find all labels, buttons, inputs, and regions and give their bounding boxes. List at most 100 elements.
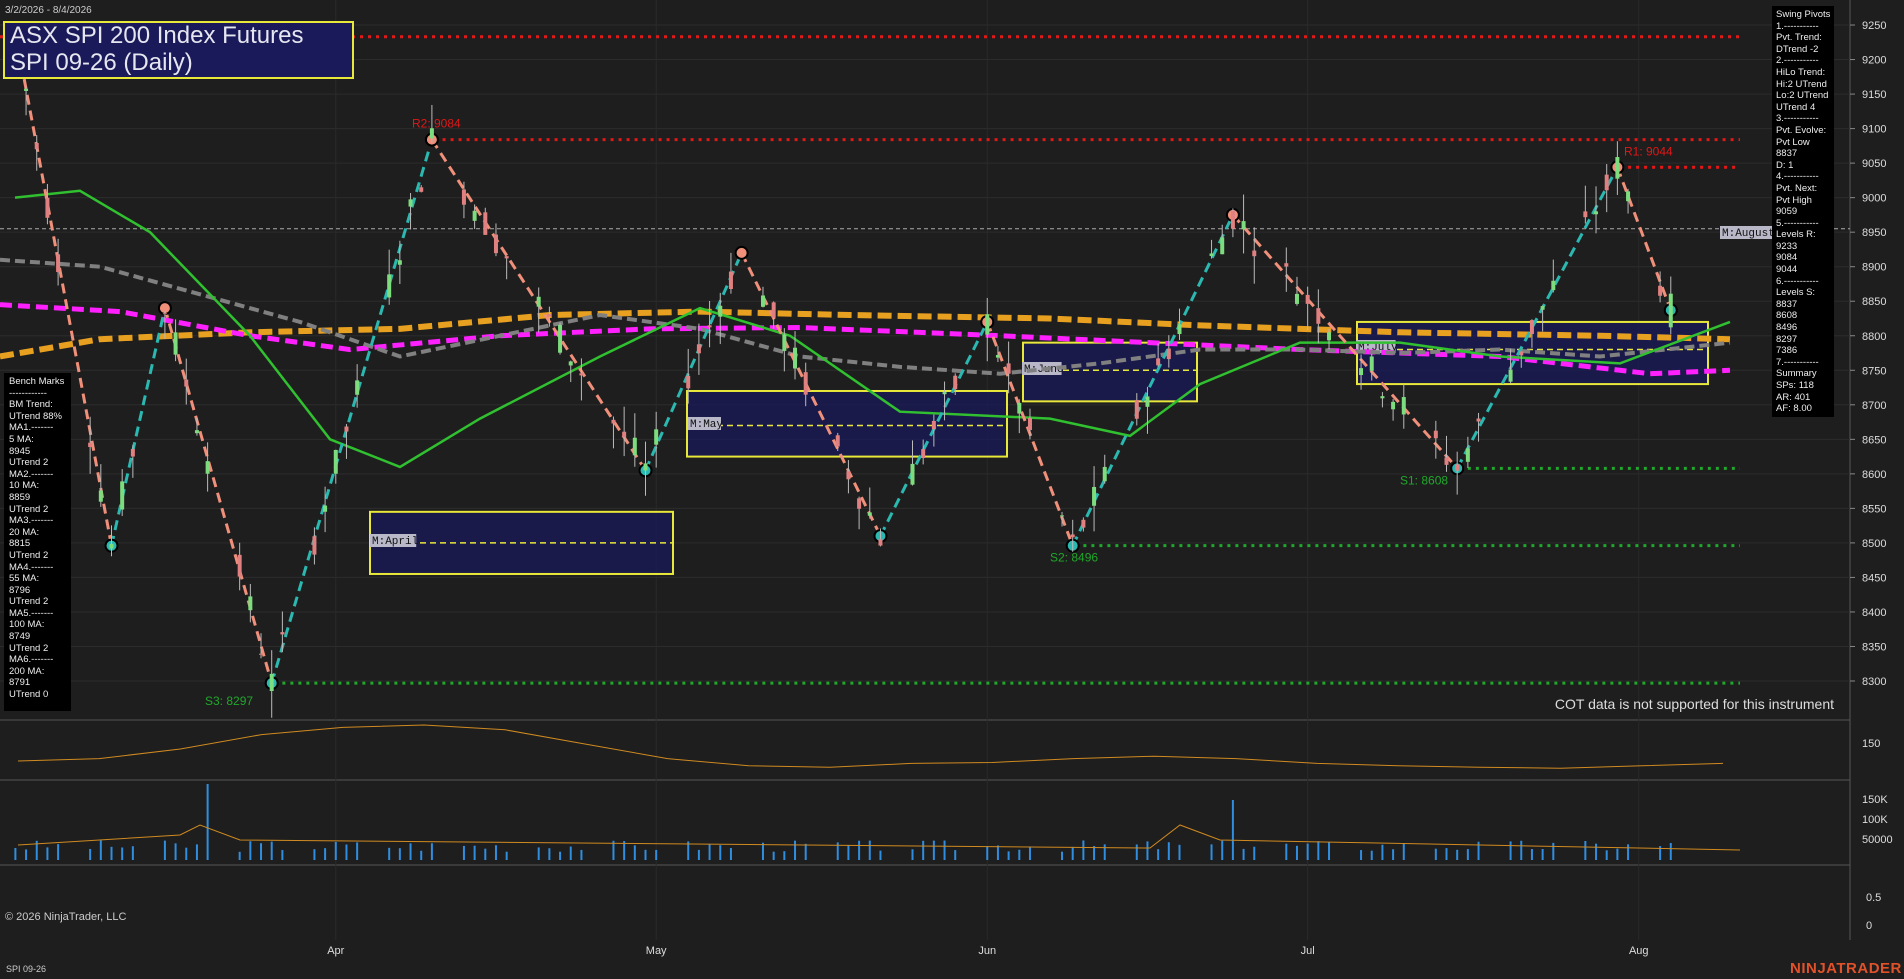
candle-body bbox=[461, 189, 466, 205]
candle-body bbox=[472, 210, 477, 221]
candle-body bbox=[1316, 308, 1321, 324]
bench-marks-line: UTrend 2 bbox=[9, 549, 49, 561]
candle-body bbox=[707, 325, 712, 328]
candle-body bbox=[1177, 324, 1182, 335]
candle-body bbox=[931, 420, 936, 430]
swing-pivots-line: AF: 8.00 bbox=[1776, 403, 1812, 415]
bench-marks-line: UTrend 2 bbox=[9, 642, 49, 654]
candle-body bbox=[88, 442, 93, 448]
bench-marks-line: MA4.------- bbox=[9, 561, 54, 573]
candle-body bbox=[24, 88, 29, 91]
candle-body bbox=[547, 314, 552, 317]
swing-pivots-line: Summary bbox=[1776, 368, 1817, 380]
swing-pivots-line: Swing Pivots bbox=[1776, 9, 1831, 20]
bench-marks-panel: Bench Marks ------------ BM Trend: UTrend 8… bbox=[4, 373, 71, 711]
y-tick-label: 8300 bbox=[1862, 676, 1886, 688]
candle-body bbox=[1305, 294, 1310, 304]
swing-pivots-line: Pvt. Next: bbox=[1776, 182, 1818, 194]
candle-body bbox=[333, 449, 338, 474]
candle-body bbox=[558, 324, 563, 353]
candle-body bbox=[269, 673, 274, 692]
candle-body bbox=[1615, 157, 1620, 179]
bench-marks-line: 8815 bbox=[9, 538, 31, 550]
candle-body bbox=[1166, 348, 1171, 360]
candle-body bbox=[1380, 396, 1385, 399]
y-tick-label: 8450 bbox=[1862, 572, 1886, 584]
x-tick-label: May bbox=[646, 945, 667, 957]
candle-body bbox=[1401, 397, 1406, 415]
monthly-box bbox=[686, 389, 1008, 458]
support-label: S1: 8608 bbox=[1400, 473, 1448, 487]
swing-pivots-line: Levels R: bbox=[1776, 229, 1816, 241]
candle-body bbox=[1369, 356, 1374, 371]
candle-body bbox=[1327, 332, 1332, 341]
candle-body bbox=[728, 271, 733, 289]
y-tick-label: 9000 bbox=[1862, 193, 1886, 205]
swing-pivots-line: 8608 bbox=[1776, 310, 1798, 322]
support-label: S3: 8297 bbox=[205, 694, 253, 708]
candle-body bbox=[696, 344, 701, 354]
swing-point bbox=[734, 245, 749, 260]
swing-line bbox=[163, 307, 274, 684]
bench-marks-line: 100 MA: bbox=[9, 619, 45, 631]
swing-pivots-line: Lo:2 UTrend bbox=[1776, 90, 1829, 102]
bench-marks-line: UTrend 88% bbox=[9, 410, 62, 422]
bench-marks-line: ------------ bbox=[9, 387, 47, 399]
candle-body bbox=[194, 430, 199, 434]
swing-pivots-line: D: 1 bbox=[1776, 159, 1794, 171]
candle-body bbox=[1540, 306, 1545, 310]
candle-body bbox=[1081, 519, 1086, 528]
volume-tick-label: 100K bbox=[1862, 814, 1888, 826]
y-tick-label: 8850 bbox=[1862, 296, 1886, 308]
y-tick-label: 8700 bbox=[1862, 400, 1886, 412]
candle-body bbox=[323, 505, 328, 512]
candle-body bbox=[632, 437, 637, 456]
cot-note: COT data is not supported for this instr… bbox=[1554, 696, 1834, 712]
candle-body bbox=[504, 256, 509, 259]
candle-body bbox=[237, 554, 242, 577]
swing-pivots-line: 7.----------- bbox=[1776, 356, 1819, 368]
swing-pivots-line: Levels S: bbox=[1776, 287, 1816, 299]
candle-body bbox=[344, 426, 349, 432]
candle-body bbox=[953, 375, 958, 390]
instrument-tab[interactable]: SPI 09-26 bbox=[6, 964, 46, 974]
date-range: 3/2/2026 - 8/4/2026 bbox=[5, 5, 92, 16]
y-tick-label: 9100 bbox=[1862, 124, 1886, 136]
candle-body bbox=[760, 295, 765, 307]
bench-marks-line: UTrend 2 bbox=[9, 503, 49, 515]
y-tick-label: 8400 bbox=[1862, 607, 1886, 619]
bench-marks-line: 8749 bbox=[9, 631, 31, 643]
candle-body bbox=[622, 431, 627, 438]
bench-marks-line: 5 MA: bbox=[9, 433, 34, 445]
swing-pivots-line: UTrend 4 bbox=[1776, 101, 1816, 113]
candle-body bbox=[184, 379, 189, 387]
bench-marks-line: Bench Marks bbox=[9, 376, 65, 387]
candle-body bbox=[1134, 399, 1139, 419]
y-tick-label: 8950 bbox=[1862, 227, 1886, 239]
candle-body bbox=[280, 632, 285, 635]
candle-body bbox=[1027, 417, 1032, 431]
candle-body bbox=[387, 274, 392, 298]
candle-body bbox=[1092, 486, 1097, 506]
bench-marks-line: 8791 bbox=[9, 677, 31, 689]
candle-body bbox=[397, 260, 402, 265]
swing-pivots-line: 8297 bbox=[1776, 333, 1798, 345]
y-tick-label: 9150 bbox=[1862, 89, 1886, 101]
y-tick-label: 8350 bbox=[1862, 641, 1886, 653]
candle-body bbox=[579, 373, 584, 376]
candle-body bbox=[1294, 293, 1299, 304]
candle-body bbox=[1359, 368, 1364, 376]
candle-body bbox=[1444, 457, 1449, 465]
x-tick-label: Jun bbox=[978, 945, 996, 957]
x-tick-label: Aug bbox=[1629, 945, 1649, 957]
candle-body bbox=[846, 471, 851, 480]
swing-line bbox=[1615, 166, 1673, 311]
y-tick-label: 8750 bbox=[1862, 365, 1886, 377]
chart-canvas: 8300 8350 8400 8450 8500 8550 8600 8650 8700 8750… bbox=[0, 0, 1893, 957]
y-tick-label: 8900 bbox=[1862, 262, 1886, 274]
swing-pivots-line: SPs: 118 bbox=[1776, 380, 1814, 391]
indicator-tick-label: 0.5 bbox=[1866, 892, 1881, 904]
swing-pivots-line: AR: 401 bbox=[1776, 391, 1811, 403]
candle-body bbox=[173, 332, 178, 355]
swing-pivots-line: DTrend -2 bbox=[1776, 43, 1819, 55]
